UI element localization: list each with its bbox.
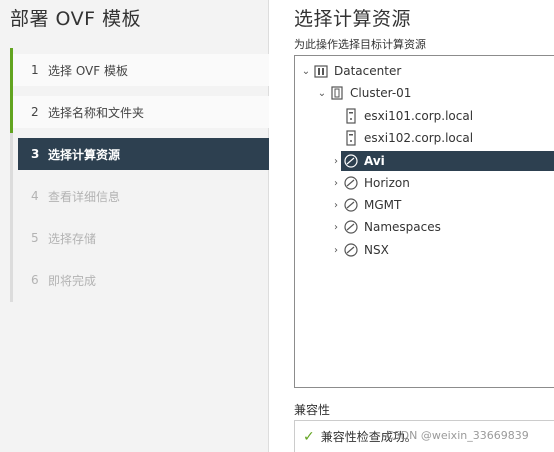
- resource-pool-icon: [343, 153, 359, 169]
- tree-node-label: NSX: [364, 243, 389, 257]
- wizard-step-3[interactable]: 3 选择计算资源: [18, 138, 269, 170]
- tree-node-label: Namespaces: [364, 220, 441, 234]
- chevron-down-icon[interactable]: ⌄: [315, 88, 329, 99]
- page-title: 选择计算资源: [294, 8, 412, 30]
- main-content: 选择计算资源 为此操作选择目标计算资源 ⌄ Datacenter ⌄ Clust…: [270, 0, 554, 452]
- step-number: 2: [31, 105, 39, 119]
- tree-node-resource-pool-namespaces[interactable]: › Namespaces: [329, 217, 441, 237]
- tree-node-label: Avi: [364, 154, 385, 168]
- tree-node-resource-pool-mgmt[interactable]: › MGMT: [329, 195, 401, 215]
- step-label: 选择 OVF 模板: [48, 63, 128, 78]
- chevron-right-icon[interactable]: ›: [329, 245, 343, 256]
- tree-node-label: esxi102.corp.local: [364, 131, 474, 145]
- cluster-icon: [329, 85, 345, 101]
- step-label: 即将完成: [48, 273, 97, 288]
- tree-node-host[interactable]: esxi101.corp.local: [343, 106, 473, 126]
- compute-resource-tree[interactable]: ⌄ Datacenter ⌄ Cluster-01 esxi101.corp.l…: [294, 55, 554, 388]
- step-label: 选择计算资源: [48, 147, 121, 162]
- step-label: 选择名称和文件夹: [48, 105, 145, 120]
- step-number: 1: [31, 63, 39, 77]
- wizard-title: 部署 OVF 模板: [10, 8, 142, 30]
- chevron-right-icon[interactable]: ›: [329, 200, 343, 211]
- resource-pool-icon: [343, 219, 359, 235]
- step-number: 6: [31, 273, 39, 287]
- wizard-step-5: 5 选择存储: [13, 222, 269, 254]
- tree-node-cluster[interactable]: ⌄ Cluster-01: [315, 83, 412, 103]
- tree-node-resource-pool-nsx[interactable]: › NSX: [329, 240, 389, 260]
- tree-node-resource-pool-horizon[interactable]: › Horizon: [329, 173, 410, 193]
- step-label: 选择存储: [48, 231, 97, 246]
- step-label: 查看详细信息: [48, 189, 121, 204]
- step-number: 3: [31, 147, 40, 161]
- wizard-sidebar: 部署 OVF 模板 1 选择 OVF 模板 2 选择名称和文件夹 3 选择计算资…: [0, 0, 269, 452]
- tree-node-label: Cluster-01: [350, 86, 412, 100]
- host-icon: [343, 130, 359, 146]
- compatibility-label: 兼容性: [294, 403, 331, 417]
- tree-node-resource-pool-avi[interactable]: Avi: [341, 151, 554, 171]
- step-number: 5: [31, 231, 39, 245]
- chevron-down-icon[interactable]: ⌄: [299, 66, 313, 77]
- check-icon: ✓: [303, 428, 315, 445]
- host-icon: [343, 108, 359, 124]
- datacenter-icon: [313, 63, 329, 79]
- tree-node-label: MGMT: [364, 198, 402, 212]
- resource-pool-icon: [343, 197, 359, 213]
- chevron-right-icon[interactable]: ›: [329, 178, 343, 189]
- page-subtitle: 为此操作选择目标计算资源: [294, 38, 426, 51]
- wizard-step-4: 4 查看详细信息: [13, 180, 269, 212]
- step-number: 4: [31, 189, 39, 203]
- resource-pool-icon: [343, 242, 359, 258]
- tree-node-label: esxi101.corp.local: [364, 109, 474, 123]
- tree-node-label: Datacenter: [334, 64, 402, 78]
- tree-node-host[interactable]: esxi102.corp.local: [343, 128, 473, 148]
- wizard-step-1[interactable]: 1 选择 OVF 模板: [13, 54, 269, 86]
- watermark: CSDN @weixin_33669839: [386, 429, 529, 442]
- wizard-step-2[interactable]: 2 选择名称和文件夹: [13, 96, 269, 128]
- wizard-step-6: 6 即将完成: [13, 264, 269, 296]
- tree-node-label: Horizon: [364, 176, 410, 190]
- chevron-right-icon[interactable]: ›: [329, 222, 343, 233]
- resource-pool-icon: [343, 175, 359, 191]
- tree-node-datacenter[interactable]: ⌄ Datacenter: [299, 61, 401, 81]
